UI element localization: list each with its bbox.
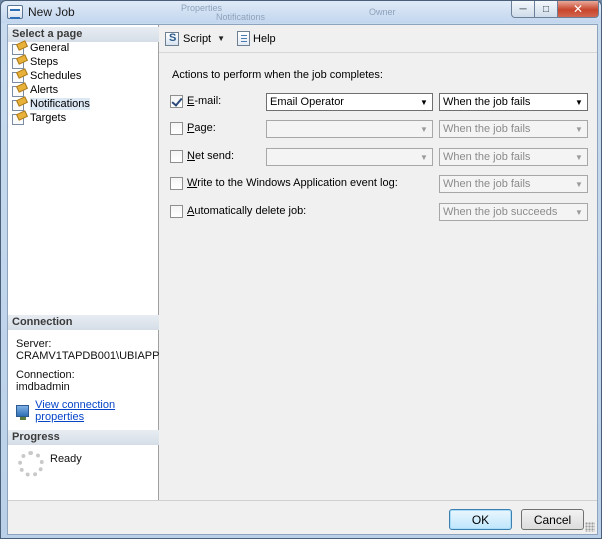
help-label: Help <box>253 32 276 45</box>
chevron-down-icon: ▼ <box>420 124 428 134</box>
chevron-down-icon: ▼ <box>575 97 583 107</box>
net-send-when-value: When the job fails <box>443 151 531 163</box>
page-row: Page: ▼ When the job fails ▼ <box>170 120 590 138</box>
chevron-down-icon: ▼ <box>420 152 428 162</box>
delete-job-when-select: When the job succeeds ▼ <box>439 203 588 221</box>
chevron-down-icon: ▼ <box>575 124 583 134</box>
email-checkbox[interactable] <box>170 95 183 108</box>
chevron-down-icon: ▼ <box>420 97 428 107</box>
net-send-operator-select: ▼ <box>266 148 433 166</box>
delete-job-when-value: When the job succeeds <box>443 206 558 218</box>
cancel-button[interactable]: Cancel <box>521 509 584 530</box>
event-log-checkbox[interactable] <box>170 177 183 190</box>
background-ghost-text: Notifications <box>216 12 266 22</box>
event-log-when-select: When the job fails ▼ <box>439 175 588 193</box>
chevron-down-icon: ▼ <box>575 207 583 217</box>
close-icon: ✕ <box>572 2 584 16</box>
right-pane: Script ▼ Help Actions to perform when th… <box>159 25 597 500</box>
chevron-down-icon[interactable]: ▼ <box>217 34 225 43</box>
server-label: Server: <box>16 338 52 350</box>
net-send-label: Net send: <box>187 150 235 162</box>
window-title: New Job <box>28 5 75 19</box>
view-connection-properties-label: View connection properties <box>35 399 116 423</box>
maximize-button[interactable]: □ <box>534 1 558 18</box>
page-label: Notifications <box>30 98 90 110</box>
page-schedules[interactable]: Schedules <box>12 69 81 83</box>
net-send-checkbox[interactable] <box>170 150 183 163</box>
event-log-row: Write to the Windows Application event l… <box>170 175 590 193</box>
page-notifications[interactable]: Notifications <box>12 97 90 111</box>
event-log-label: Write to the Windows Application event l… <box>187 177 398 189</box>
server-value: CRAMV1TAPDB001\UBIAPPS <box>16 350 167 362</box>
event-log-when-value: When the job fails <box>443 178 531 190</box>
page-label: Steps <box>30 56 59 68</box>
page-when-select: When the job fails ▼ <box>439 120 588 138</box>
page-general[interactable]: General <box>12 41 69 55</box>
maximize-icon: □ <box>542 3 550 15</box>
page-label: Alerts <box>30 84 59 96</box>
view-connection-properties-link[interactable]: View connection properties <box>16 399 158 423</box>
email-operator-select[interactable]: Email Operator ▼ <box>266 93 433 111</box>
select-page-header: Select a page <box>8 27 159 42</box>
background-ghost-text: Owner <box>369 7 396 17</box>
delete-job-row: Automatically delete job: When the job s… <box>170 203 590 221</box>
close-button[interactable]: ✕ <box>557 1 599 18</box>
resize-grip-icon[interactable] <box>585 522 595 532</box>
actions-heading: Actions to perform when the job complete… <box>172 69 383 81</box>
connection-value: imdbadmin <box>16 381 70 393</box>
notifications-panel: Actions to perform when the job complete… <box>159 53 597 500</box>
dialog-button-bar: OK Cancel <box>8 500 597 534</box>
dialog-client-area: Select a page General Steps Schedules Al… <box>7 24 598 535</box>
script-label: Script <box>183 32 212 45</box>
connection-properties-icon <box>16 405 30 420</box>
page-wrench-icon <box>12 70 26 83</box>
help-button[interactable]: Help <box>237 31 276 46</box>
page-steps[interactable]: Steps <box>12 55 58 69</box>
page-targets[interactable]: Targets <box>12 111 66 125</box>
title-bar[interactable]: New Job Properties Notifications Owner ─… <box>1 1 601 23</box>
chevron-down-icon: ▼ <box>575 152 583 162</box>
email-operator-value: Email Operator <box>270 96 344 108</box>
delete-job-checkbox[interactable] <box>170 205 183 218</box>
new-job-window: New Job Properties Notifications Owner ─… <box>0 0 602 539</box>
email-row: E-mail: Email Operator ▼ When the job fa… <box>170 93 590 111</box>
minimize-icon: ─ <box>519 3 527 15</box>
net-send-row: Net send: ▼ When the job fails ▼ <box>170 148 590 166</box>
chevron-down-icon: ▼ <box>575 179 583 189</box>
app-window-icon <box>7 5 23 19</box>
page-label: Targets <box>30 112 67 124</box>
page-alerts[interactable]: Alerts <box>12 83 58 97</box>
script-button[interactable]: Script ▼ <box>165 31 225 46</box>
minimize-button[interactable]: ─ <box>511 1 535 18</box>
page-wrench-icon <box>12 98 26 111</box>
page-operator-select: ▼ <box>266 120 433 138</box>
page-wrench-icon <box>12 42 26 55</box>
help-icon <box>237 31 251 46</box>
progress-status: Ready <box>50 453 82 465</box>
connection-header: Connection <box>8 315 159 330</box>
progress-header: Progress <box>8 430 159 445</box>
page-wrench-icon <box>12 84 26 97</box>
page-wrench-icon <box>12 56 26 69</box>
connection-label: Connection: <box>16 369 75 381</box>
progress-spinner-icon <box>18 451 44 477</box>
ok-button[interactable]: OK <box>449 509 512 530</box>
page-label: General <box>30 42 70 54</box>
page-wrench-icon <box>12 112 26 125</box>
page-when-value: When the job fails <box>443 123 531 135</box>
toolbar: Script ▼ Help <box>159 25 597 53</box>
page-label: Page: <box>187 122 216 134</box>
page-label: Schedules <box>30 70 82 82</box>
left-pane: Select a page General Steps Schedules Al… <box>8 25 167 500</box>
email-when-value: When the job fails <box>443 96 531 108</box>
script-icon <box>165 31 179 46</box>
page-checkbox[interactable] <box>170 122 183 135</box>
email-when-select[interactable]: When the job fails ▼ <box>439 93 588 111</box>
delete-job-label: Automatically delete job: <box>187 205 307 217</box>
email-label: E-mail: <box>187 95 222 107</box>
net-send-when-select: When the job fails ▼ <box>439 148 588 166</box>
